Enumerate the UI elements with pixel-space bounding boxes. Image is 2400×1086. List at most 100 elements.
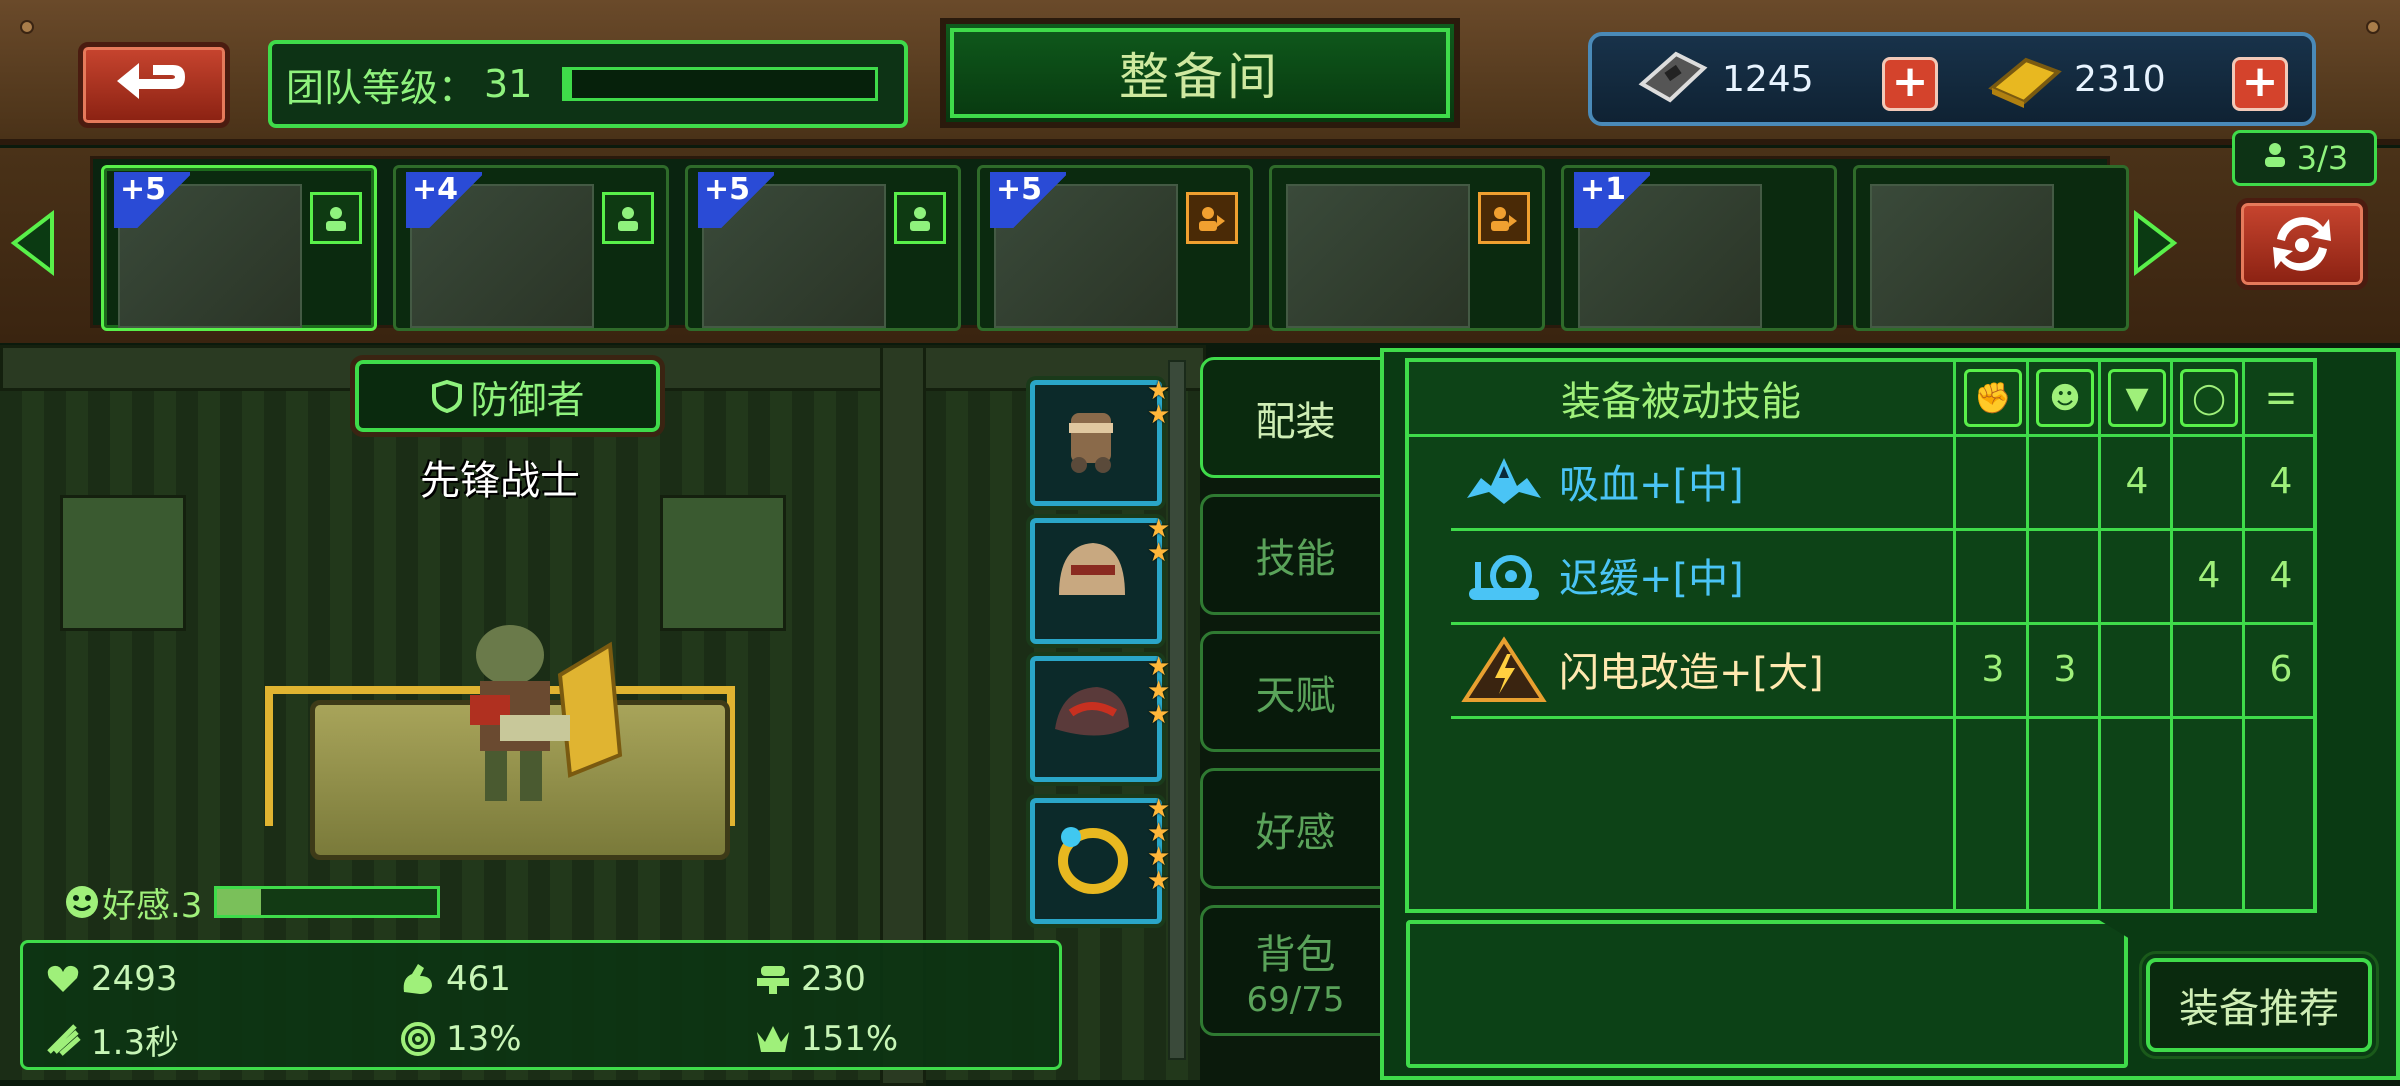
hero-card[interactable]: +5 [685, 165, 961, 331]
recommend-equipment-button[interactable]: 装备推荐 [2139, 951, 2379, 1059]
hero-role-label: 防御者 [470, 377, 585, 422]
defender-role-icon [894, 192, 946, 244]
col-armor: ▼ [2101, 362, 2173, 434]
equipment-star-rating: ★ ★ ★ ★ [1147, 796, 1177, 896]
col-ring: ◯ [2173, 362, 2245, 434]
hp-value: 2493 [91, 959, 178, 999]
team-level-label: 团队等级： [286, 65, 477, 110]
bag-capacity: 69/75 [1246, 979, 1345, 1020]
skill-description-box [1406, 920, 2128, 1068]
hero-stats-panel: 2493 461 230 1.3秒 13% 151% [20, 940, 1062, 1070]
passive-skill-total: 6 [2269, 648, 2293, 690]
star-icon: ★ [1147, 700, 1171, 730]
crit-damage-value: 151% [801, 1019, 899, 1059]
heart-icon [43, 959, 83, 999]
hero-upgrade-badge: +1 [1574, 172, 1650, 228]
affection-label: 好感.3 [102, 885, 203, 926]
passive-skill-value [2173, 622, 2245, 716]
passive-skill-value: 4 [2197, 554, 2221, 596]
equipment-slot[interactable]: ★ ★ ★ [1030, 654, 1170, 782]
passive-skill-row[interactable]: 迟缓+[中] 4 4 [1409, 528, 2313, 622]
hero-card[interactable]: +4 [393, 165, 669, 331]
defense-value: 230 [801, 959, 866, 999]
tab-loadout-label: 配装 [1255, 398, 1336, 445]
tab-affection[interactable]: 好感 [1200, 768, 1391, 889]
hero-upgrade-badge: +5 [698, 172, 774, 228]
gold-currency: 2310 [1984, 36, 2166, 122]
passive-skill-value [2101, 528, 2173, 622]
passive-skill-total: 4 [2269, 460, 2293, 502]
hero-upgrade-badge: +5 [114, 172, 190, 228]
hp-stat: 2493 [43, 953, 178, 1005]
passive-skill-value: 3 [1981, 648, 2005, 690]
snail-icon [1461, 542, 1547, 610]
armor-stat-icon [753, 959, 793, 999]
crit-damage-stat: 151% [753, 1013, 898, 1065]
add-chips-button[interactable]: + [1882, 57, 1938, 111]
speed-icon [43, 1019, 83, 1059]
attacker-role-icon [1186, 192, 1238, 244]
crown-icon [753, 1019, 793, 1059]
hero-card[interactable]: +5 [101, 165, 377, 331]
hero-card[interactable]: +5 [977, 165, 1253, 331]
armor-slot-icon: ▼ [2108, 369, 2166, 427]
tab-loadout[interactable]: 配装 [1200, 357, 1391, 478]
tab-skills[interactable]: 技能 [1200, 494, 1391, 615]
back-button[interactable] [78, 42, 230, 128]
passive-skill-row[interactable]: 吸血+[中] 4 4 [1409, 434, 2313, 528]
hero-card[interactable] [1269, 165, 1545, 331]
equipment-star-rating: ★ ★ [1147, 378, 1177, 430]
star-icon: ★ [1147, 866, 1171, 896]
ring-icon [1041, 811, 1141, 905]
passive-skill-value [1957, 528, 2029, 622]
equipment-star-rating: ★ ★ ★ [1147, 654, 1177, 730]
team-level-progress-fill [565, 70, 572, 98]
hero-portrait [1286, 184, 1470, 328]
passive-skill-value [2029, 528, 2101, 622]
attack-speed-value: 1.3秒 [91, 1022, 180, 1063]
gold-amount: 2310 [2074, 58, 2166, 100]
passive-skill-name: 闪电改造+[大] [1559, 650, 1824, 696]
defender-role-icon [602, 192, 654, 244]
passive-skill-value [2173, 434, 2245, 528]
defender-role-icon [310, 192, 362, 244]
attack-stat: 461 [398, 953, 511, 1005]
tab-talent[interactable]: 天赋 [1200, 631, 1391, 752]
roster-left-arrow-icon[interactable] [8, 208, 58, 278]
passive-skill-value: 4 [2125, 460, 2149, 502]
hero-upgrade-badge: +5 [990, 172, 1066, 228]
passive-skill-name: 迟缓+[中] [1559, 556, 1744, 602]
passive-skill-value: 3 [2053, 648, 2077, 690]
hero-card[interactable]: +1 [1561, 165, 1837, 331]
lightning-icon [1461, 636, 1547, 704]
chip-icon [1638, 51, 1708, 103]
tab-bag[interactable]: 背包 69/75 [1200, 905, 1391, 1036]
hero-card[interactable] [1853, 165, 2129, 331]
attack-speed-stat: 1.3秒 [43, 1013, 179, 1065]
passive-skill-row[interactable]: 闪电改造+[大] 3 3 6 [1409, 622, 2313, 716]
hero-name: 先锋战士 [420, 458, 580, 504]
crit-rate-stat: 13% [398, 1013, 522, 1065]
passive-skill-value [2029, 434, 2101, 528]
helmet-slot-icon: ☻ [2036, 369, 2094, 427]
hero-role-badge: 防御者 [350, 355, 665, 437]
crit-rate-value: 13% [446, 1019, 522, 1059]
tab-talent-label: 天赋 [1255, 672, 1336, 719]
star-icon: ★ [1147, 538, 1171, 568]
deploy-count-value: 3/3 [2296, 139, 2349, 177]
tab-skills-label: 技能 [1255, 535, 1336, 582]
swap-icon [2273, 217, 2331, 271]
star-icon: ★ [1147, 400, 1171, 430]
affection-indicator: 好感.3 [62, 878, 482, 926]
hero-sprite [470, 625, 623, 801]
roster-right-arrow-icon[interactable] [2130, 208, 2180, 278]
chips-amount: 1245 [1722, 58, 1814, 100]
team-level-progress-bar [562, 67, 879, 101]
swap-hero-button[interactable] [2236, 198, 2368, 290]
equipment-slot[interactable]: ★ ★ [1030, 516, 1170, 644]
equipment-slot[interactable]: ★ ★ [1030, 378, 1170, 506]
add-gold-button[interactable]: + [2232, 57, 2288, 111]
defense-stat: 230 [753, 953, 866, 1005]
equipment-slot[interactable]: ★ ★ ★ ★ [1030, 796, 1170, 924]
hero-roster: +5 +4 +5 +5 +1 [0, 148, 2400, 343]
